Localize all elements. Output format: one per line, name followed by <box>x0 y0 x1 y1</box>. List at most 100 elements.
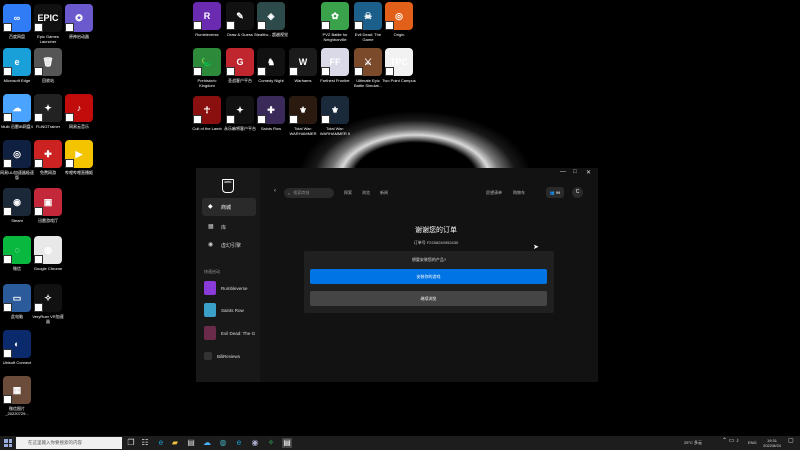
friends-button[interactable]: 👥 99 <box>546 187 564 198</box>
app-icon: ▣ <box>34 188 62 216</box>
desktop-shortcut[interactable]: ◉ Steam <box>0 188 34 223</box>
desktop-shortcut[interactable]: ▶ 哔哩哔哩直播姬 <box>62 140 96 175</box>
minimize-button[interactable]: — <box>560 169 566 175</box>
desktop-shortcut[interactable]: ♞ Comedy Night <box>254 48 288 83</box>
sidebar-item-unreal[interactable]: ◉ 虚幻引擎 <box>202 236 256 254</box>
store-taskbar-icon[interactable]: ▤ <box>186 438 196 448</box>
sidebar-item-library[interactable]: ▦ 库 <box>202 218 256 236</box>
avatar[interactable]: C <box>572 187 583 198</box>
desktop-shortcut-label: Epic Games Launcher <box>37 34 59 44</box>
clock[interactable]: 19:31 2022/8/24 <box>762 438 782 448</box>
epic-taskbar-icon[interactable]: ▤ <box>282 438 292 448</box>
desktop-shortcut[interactable]: ✚ 免费网游 <box>31 140 65 175</box>
desktop-shortcut-label: Cult of the Lamb <box>192 126 222 131</box>
app-icon: G <box>226 48 254 76</box>
desktop-shortcut[interactable]: ▦ 微信图片_20220729... <box>0 376 34 416</box>
install-games-button[interactable]: 安装你的游戏 <box>310 269 547 284</box>
desktop-shortcut[interactable]: EPIC Epic Games Launcher <box>31 4 65 44</box>
tab-browse[interactable]: 浏览 <box>362 190 370 196</box>
desktop-shortcut-label: 微信图片_20220729... <box>5 406 29 416</box>
desktop-shortcut[interactable]: ✦ 永乐麻将客户平台 <box>223 96 257 131</box>
desktop-shortcut[interactable]: 🗑 回收站 <box>31 48 65 83</box>
app-icon: W <box>289 48 317 76</box>
search-placeholder: 搜索商城 <box>293 190 310 195</box>
tab-discover[interactable]: 探索 <box>344 190 352 196</box>
desktop-shortcut[interactable]: ✚ Saints Row <box>254 96 288 131</box>
app-taskbar-icon[interactable]: ✧ <box>266 438 276 448</box>
desktop-shortcut[interactable]: ◐ Ubisoft Connect <box>0 330 34 365</box>
desktop-shortcut-label: 微信 <box>13 266 21 271</box>
desktop-shortcut[interactable]: ✧ VeryRuer VR加速器 <box>31 284 65 324</box>
desktop-shortcut[interactable]: G 圣战客户平台 <box>223 48 257 83</box>
steam-taskbar-icon[interactable]: ◉ <box>250 438 260 448</box>
language-indicator[interactable]: ENG <box>748 440 757 445</box>
quick-item[interactable]: Saints Row <box>204 302 260 318</box>
weather-text[interactable]: 25°C 多云 <box>684 440 702 445</box>
desktop-shortcut[interactable]: ♪ 网易云音乐 <box>62 94 96 129</box>
edge2-taskbar-icon[interactable]: e <box>234 438 244 448</box>
desktop-shortcut[interactable]: ✪ 原神启动器 <box>62 4 96 39</box>
desktop-shortcut[interactable]: e Microsoft Edge <box>0 48 34 83</box>
app-icon: ♪ <box>65 94 93 122</box>
desktop-shortcut[interactable]: ✦ FLiNGTrainer <box>31 94 65 129</box>
desktop-shortcut[interactable]: ◍ Google Chrome <box>31 236 65 271</box>
desktop-shortcut[interactable]: W Warhams <box>286 48 320 83</box>
tray-icons[interactable]: ⌃ ▭ ♪ <box>722 438 739 444</box>
desktop-shortcut[interactable]: 🦕 Prehistoric Kingdom <box>190 48 224 88</box>
cloud-taskbar-icon[interactable]: ☁ <box>202 438 212 448</box>
desktop-shortcut[interactable]: ▣ 迅雷游戏厅 <box>31 188 65 223</box>
quick-item-label: Rumbleverse <box>221 285 248 291</box>
desktop-shortcut[interactable]: TPC Two Point Campus <box>382 48 416 83</box>
app-icon: ◉ <box>3 188 31 216</box>
sidebar-item-store[interactable]: ◆ 商城 <box>202 198 256 216</box>
desktop-shortcut[interactable]: ✎ Draw & Guess <box>223 2 257 37</box>
desktop-shortcut[interactable]: R Rumbleverse <box>190 2 224 37</box>
desktop-shortcut-label: Prehistoric Kingdom <box>197 78 217 88</box>
desktop-shortcut[interactable]: ⚜ Total War: WARHAMMER <box>286 96 320 136</box>
edge-taskbar-icon[interactable]: e <box>156 438 166 448</box>
desktop-shortcut-label: 免费网游 <box>40 170 56 175</box>
order-number: 订单号 F2208240952430 <box>413 240 459 245</box>
windows-start-icon[interactable] <box>4 439 12 447</box>
tag-icon: ◆ <box>208 204 213 210</box>
wishlist-link[interactable]: 愿望清单 <box>486 190 502 196</box>
desktop-shortcut[interactable]: ◌ 微信 <box>0 236 34 271</box>
quick-item[interactable]: Rumbleverse <box>204 280 260 296</box>
explorer-taskbar-icon[interactable]: ▰ <box>170 438 180 448</box>
cart-link[interactable]: 购物车 <box>513 190 525 196</box>
desktop-shortcut[interactable]: ◎ 网易UU加速器极速版 <box>0 140 34 180</box>
desktop-shortcut-label: 永乐麻将客户平台 <box>224 126 256 131</box>
app-icon: ☠ <box>354 2 382 30</box>
continue-browsing-button[interactable]: 继续浏览 <box>310 291 547 306</box>
desktop-shortcut[interactable]: ☁ Mulb 迅雷IB网盘4 <box>0 94 34 129</box>
desktop-shortcut-label: Farthest Frontier <box>320 78 350 83</box>
maximize-button[interactable]: □ <box>573 169 577 175</box>
desktop-shortcut[interactable]: ◎ Origin <box>382 2 416 37</box>
close-button[interactable]: ✕ <box>586 169 591 176</box>
task-view-icon[interactable]: ❐ <box>126 438 136 448</box>
desktop-shortcut[interactable]: ✿ PVZ Battle for Neighborville <box>318 2 352 42</box>
desktop-shortcut[interactable]: ⚔ Ultimate Epic Battle Simulat... <box>351 48 385 88</box>
desktop-shortcut[interactable]: ⚜ Total War: WARHAMMER II <box>318 96 352 136</box>
notification-icon[interactable]: ▢ <box>788 438 794 444</box>
desktop-shortcut[interactable]: ☠ Evil Dead: The Game <box>351 2 385 42</box>
desktop-shortcut-label: Draw & Guess <box>227 32 253 37</box>
back-arrow-icon[interactable]: ‹ <box>274 188 276 194</box>
desktop-shortcut-label: 原神启动器 <box>69 34 89 39</box>
desktop-shortcut[interactable]: ☥ Cult of the Lamb <box>190 96 224 131</box>
app-icon: ◈ <box>257 2 285 30</box>
quick-item[interactable]: BiliReviews <box>204 348 260 364</box>
desktop-shortcut[interactable]: ▭ 此电脑 <box>0 284 34 319</box>
desktop-shortcut[interactable]: ∞ 百度网盘 <box>0 4 34 39</box>
epic-logo[interactable]: EPIC <box>222 179 234 193</box>
search-input[interactable]: ⌕ 搜索商城 <box>284 188 334 198</box>
quick-item[interactable]: Evil Dead: The G <box>204 325 260 341</box>
taskbar-search-input[interactable]: 在这里输入你要搜索的内容 <box>16 437 122 449</box>
desktop-shortcut[interactable]: ◈ Stealthc - 超越视觉 <box>254 2 288 37</box>
chrome-taskbar-icon[interactable]: ◍ <box>218 438 228 448</box>
desktop-shortcut[interactable]: FF Farthest Frontier <box>318 48 352 83</box>
desktop-shortcut-label: Google Chrome <box>33 266 63 271</box>
widgets-icon[interactable]: ☷ <box>140 438 150 448</box>
quick-item-label: Saints Row <box>221 307 244 313</box>
tab-news[interactable]: 新闻 <box>380 190 388 196</box>
